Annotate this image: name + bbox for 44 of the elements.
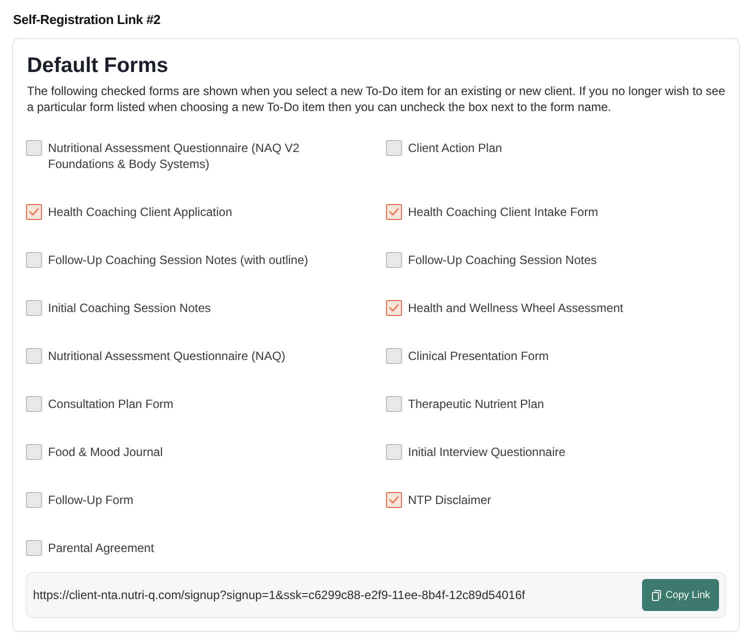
form-name-label[interactable]: Health Coaching Client Intake Form <box>408 204 598 220</box>
copy-link-button[interactable]: Copy Link <box>642 579 719 611</box>
card-title: Default Forms <box>27 53 170 79</box>
form-checkbox[interactable] <box>386 396 402 412</box>
form-checkbox[interactable] <box>386 140 402 156</box>
form-name-label[interactable]: Consultation Plan Form <box>48 396 174 412</box>
form-name-label[interactable]: Initial Interview Questionnaire <box>408 444 566 460</box>
card-description: The following checked forms are shown when you select a new To-Do item for an existing or new client. If you no longer wish to see a particular form listed when choosing a new To-Do item then you can uncheck the box next to the form name. <box>27 83 726 115</box>
form-checkbox[interactable] <box>26 300 42 316</box>
form-name-label[interactable]: Nutritional Assessment Questionnaire (NAQ V2 Foundations & Body Systems) <box>48 140 358 172</box>
checkmark-icon <box>29 208 39 216</box>
form-checkbox[interactable] <box>26 540 42 556</box>
form-checkbox[interactable] <box>26 140 42 156</box>
form-name-label[interactable]: Clinical Presentation Form <box>408 348 549 364</box>
form-checkbox[interactable] <box>386 348 402 364</box>
form-checkbox[interactable] <box>26 204 42 220</box>
form-name-label[interactable]: Follow-Up Coaching Session Notes (with outline) <box>48 252 308 268</box>
form-name-label[interactable]: Therapeutic Nutrient Plan <box>408 396 544 412</box>
form-name-label[interactable]: Initial Coaching Session Notes <box>48 300 211 316</box>
form-name-label[interactable]: Follow-Up Form <box>48 492 134 508</box>
form-name-label[interactable]: NTP Disclaimer <box>408 492 492 508</box>
section-title: Self-Registration Link #2 <box>13 12 162 28</box>
form-name-label[interactable]: Parental Agreement <box>48 540 154 556</box>
form-name-label[interactable]: Nutritional Assessment Questionnaire (NAQ) <box>48 348 286 364</box>
form-checkbox[interactable] <box>386 492 402 508</box>
form-checkbox[interactable] <box>386 444 402 460</box>
form-name-label[interactable]: Health Coaching Client Application <box>48 204 232 220</box>
form-name-label[interactable]: Health and Wellness Wheel Assessment <box>408 300 624 316</box>
form-checkbox[interactable] <box>26 444 42 460</box>
form-checkbox[interactable] <box>386 252 402 268</box>
checkmark-icon <box>389 304 399 312</box>
form-checkbox[interactable] <box>386 204 402 220</box>
signup-url-text: https://client-nta.nutri-q.com/signup?signup=1&ssk=c6299c88-e2f9-11ee-8b4f-12c89d54016f <box>33 587 526 603</box>
checkmark-icon <box>389 496 399 504</box>
form-checkbox[interactable] <box>26 492 42 508</box>
form-checkbox[interactable] <box>26 252 42 268</box>
form-checkbox[interactable] <box>26 396 42 412</box>
checkmark-icon <box>389 208 399 216</box>
form-name-label[interactable]: Follow-Up Coaching Session Notes <box>408 252 597 268</box>
copy-icon <box>652 590 661 600</box>
form-name-label[interactable]: Food & Mood Journal <box>48 444 163 460</box>
form-name-label[interactable]: Client Action Plan <box>408 140 502 156</box>
form-checkbox[interactable] <box>26 348 42 364</box>
form-checkbox[interactable] <box>386 300 402 316</box>
